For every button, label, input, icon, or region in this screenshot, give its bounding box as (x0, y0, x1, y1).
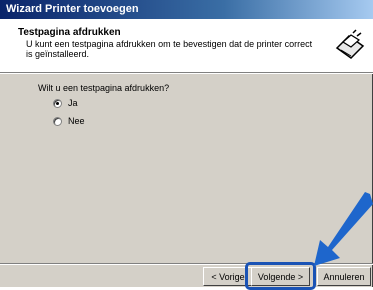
radio-button-ja[interactable] (53, 98, 62, 108)
wizard-window: Wizard Printer toevoegen Testpagina afdr… (0, 0, 373, 290)
next-button-highlight (245, 262, 316, 290)
option-ja[interactable]: Ja (53, 98, 78, 108)
page-title: Testpagina afdrukken (18, 27, 121, 38)
option-label: Ja (68, 98, 78, 108)
option-nee[interactable]: Nee (53, 116, 85, 126)
pointer-arrow-icon (314, 192, 373, 266)
window-title: Wizard Printer toevoegen (6, 3, 139, 15)
radio-button-nee[interactable] (53, 116, 62, 126)
header-separator-highlight (0, 73, 373, 74)
page-description: U kunt een testpagina afdrukken om te be… (26, 39, 313, 59)
option-label: Nee (68, 116, 85, 126)
question-label: Wilt u een testpagina afdrukken? (38, 83, 170, 93)
printer-check-icon (334, 29, 366, 61)
title-bar[interactable]: Wizard Printer toevoegen (0, 0, 373, 19)
wizard-header: Testpagina afdrukken U kunt een testpagi… (0, 19, 373, 72)
radio-selected-dot (56, 101, 59, 105)
